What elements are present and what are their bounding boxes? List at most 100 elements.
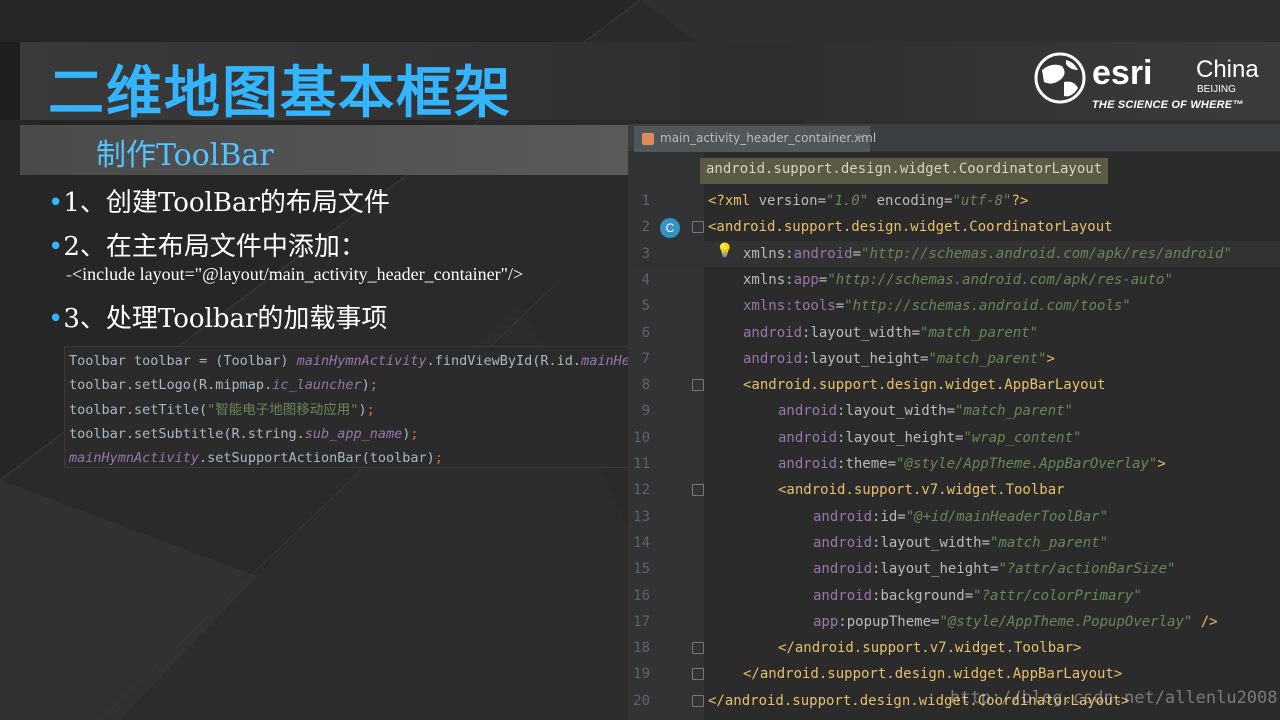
editor-line[interactable]: 19 </android.support.design.widget.AppBar… xyxy=(628,661,1280,687)
include-snippet: -<include layout="@layout/main_activity_… xyxy=(66,264,523,285)
xml-file-icon xyxy=(642,133,654,145)
include-text: <include layout="@layout/main_activity_h… xyxy=(72,264,524,284)
code-token: :id= xyxy=(872,508,906,525)
code-token: encoding= xyxy=(868,193,953,209)
code-token: toolbar.setSubtitle(R.string. xyxy=(69,425,305,442)
xml-code: <?xml version="1.0" encoding="utf-8"?> xyxy=(708,188,1028,214)
editor-line[interactable]: 2 <android.support.design.widget.Coordina… xyxy=(628,214,1280,240)
slide-title: 二维地图基本框架 xyxy=(48,61,512,126)
editor-line[interactable]: 8 <android.support.design.widget.AppBarLa… xyxy=(628,372,1280,398)
code-token: = xyxy=(852,245,862,262)
fold-marker-icon[interactable] xyxy=(692,694,704,707)
editor-line[interactable]: 6 android:layout_width="match_parent" xyxy=(628,320,1280,346)
code-token: "utf-8" xyxy=(952,193,1012,209)
bullet-text: 1、创建ToolBar的布局文件 xyxy=(63,188,390,218)
editor-tab[interactable]: main_activity_header_container.xml × xyxy=(634,126,876,152)
editor-line[interactable]: 11 android:theme="@style/AppTheme.AppBarO… xyxy=(628,451,1280,477)
line-number: 20 xyxy=(633,692,650,709)
code-token: ) xyxy=(358,401,367,418)
code-token: toolbar.setLogo(R.mipmap. xyxy=(69,377,273,394)
code-token: ; xyxy=(410,425,419,442)
code-token: sub_app_name xyxy=(304,425,403,442)
xml-code: android:layout_width="match_parent" xyxy=(813,530,1108,556)
code-token: ; xyxy=(369,377,378,394)
line-number: 5 xyxy=(641,298,650,315)
code-token: "match_parent" xyxy=(955,403,1074,420)
code-token: <android.support.v7.widget.Toolbar xyxy=(778,482,1065,499)
code-token: "@style/AppTheme.AppBarOverlay" xyxy=(896,456,1158,472)
logo-brand: esri xyxy=(1092,54,1153,92)
line-number: 2 xyxy=(641,219,650,236)
fold-marker-icon[interactable] xyxy=(692,379,704,392)
fold-marker-icon[interactable] xyxy=(692,484,704,497)
java-code-line: toolbar.setLogo(R.mipmap.ic_launcher); xyxy=(69,373,721,397)
code-token: Toolbar toolbar = (Toolbar) xyxy=(69,353,297,369)
code-token: ; xyxy=(434,450,443,467)
editor-line[interactable]: 10 android:layout_height="wrap_content" xyxy=(628,425,1280,451)
line-number: 18 xyxy=(633,640,650,657)
bullet-item: •2、在主布局文件中添加： xyxy=(48,226,366,263)
breadcrumb[interactable]: android.support.design.widget.Coordinato… xyxy=(700,158,1109,184)
xml-code: </android.support.v7.widget.Toolbar> xyxy=(778,635,1081,661)
code-token: "match_parent" xyxy=(928,350,1047,367)
code-token: ic_launcher xyxy=(272,377,362,394)
editor-line[interactable]: 18 </android.support.v7.widget.Toolbar> xyxy=(628,635,1280,661)
xml-editor[interactable]: main_activity_header_container.xml × and… xyxy=(628,124,1280,720)
fold-marker-icon[interactable] xyxy=(692,642,704,655)
line-number: 3 xyxy=(641,245,650,262)
editor-line[interactable]: 5 xmlns:tools="http://schemas.android.com… xyxy=(628,293,1280,319)
bullet-dot: • xyxy=(48,188,64,218)
xml-code: <android.support.v7.widget.Toolbar xyxy=(778,477,1065,503)
editor-line[interactable]: 9 android:layout_width="match_parent" xyxy=(628,398,1280,424)
fold-marker-icon[interactable] xyxy=(692,221,704,234)
code-token: .findViewById(R.id. xyxy=(426,353,582,369)
esri-logo: esri China BEIJING THE SCIENCE OF WHERE™ xyxy=(1034,52,1274,116)
line-number: 9 xyxy=(641,403,650,420)
line-number: 14 xyxy=(633,534,650,551)
editor-line[interactable]: 7 android:layout_height="match_parent"> xyxy=(628,346,1280,372)
lightbulb-icon[interactable]: 💡 xyxy=(716,243,733,259)
code-token: .setSupportActionBar(toolbar) xyxy=(199,450,435,467)
code-token: :background= xyxy=(872,587,974,604)
line-number: 10 xyxy=(633,429,650,446)
code-token: :theme= xyxy=(837,456,897,472)
code-token: <android.support.design.widget.AppBarLay… xyxy=(743,377,1106,394)
editor-line[interactable]: 16 android:background="?attr/colorPrimary… xyxy=(628,583,1280,609)
code-token: "http://schemas.android.com/apk/res-auto… xyxy=(827,271,1173,288)
line-number: 8 xyxy=(641,377,650,394)
code-token: = xyxy=(835,298,845,315)
code-token: "http://schemas.android.com/apk/res/andr… xyxy=(861,245,1232,262)
editor-line[interactable]: 4 xmlns:app="http://schemas.android.com/a… xyxy=(628,267,1280,293)
code-token: > xyxy=(1046,350,1055,367)
close-icon[interactable]: × xyxy=(856,130,866,144)
code-token: android xyxy=(743,324,803,341)
logo-tagline: THE SCIENCE OF WHERE™ xyxy=(1092,99,1244,111)
editor-line[interactable]: 15 android:layout_height="?attr/actionBar… xyxy=(628,556,1280,582)
editor-line[interactable]: 1 <?xml version="1.0" encoding="utf-8"?> xyxy=(628,188,1280,214)
editor-line[interactable]: 13 android:id="@+id/mainHeaderToolBar" xyxy=(628,504,1280,530)
code-token: :layout_height= xyxy=(872,561,999,578)
code-token: "http://schemas.android.com/tools" xyxy=(844,298,1131,315)
code-token: ; xyxy=(366,401,375,418)
java-code-line: Toolbar toolbar = (Toolbar) mainHymnActi… xyxy=(69,349,725,373)
xml-code: <android.support.design.widget.AppBarLay… xyxy=(743,372,1105,398)
class-marker-icon[interactable]: C xyxy=(660,218,680,238)
xml-code: android:layout_width="match_parent" xyxy=(778,398,1073,424)
code-token: android xyxy=(813,534,873,551)
xml-code: android:layout_height="wrap_content" xyxy=(778,425,1081,451)
xml-code: android:background="?attr/colorPrimary" xyxy=(813,583,1142,609)
fold-marker-icon[interactable] xyxy=(692,668,704,681)
editor-line[interactable]: 14 android:layout_width="match_parent" xyxy=(628,530,1280,556)
logo-region: China xyxy=(1196,56,1259,83)
xml-code: android:theme="@style/AppTheme.AppBarOve… xyxy=(778,451,1166,477)
code-token: android xyxy=(813,561,873,578)
code-token: android xyxy=(793,245,853,262)
editor-line[interactable]: 17 app:popupTheme="@style/AppTheme.PopupO… xyxy=(628,609,1280,635)
editor-line[interactable]: 12 <android.support.v7.widget.Toolbar xyxy=(628,477,1280,503)
xml-code: xmlns:android="http://schemas.android.co… xyxy=(743,241,1232,267)
xml-code: xmlns:tools="http://schemas.android.com/… xyxy=(743,293,1131,319)
code-token: <android.support.design.widget.Coordinat… xyxy=(708,219,1113,236)
code-token: :layout_width= xyxy=(802,324,921,341)
code-token: :popupTheme= xyxy=(838,613,940,630)
globe-icon xyxy=(1034,52,1086,104)
